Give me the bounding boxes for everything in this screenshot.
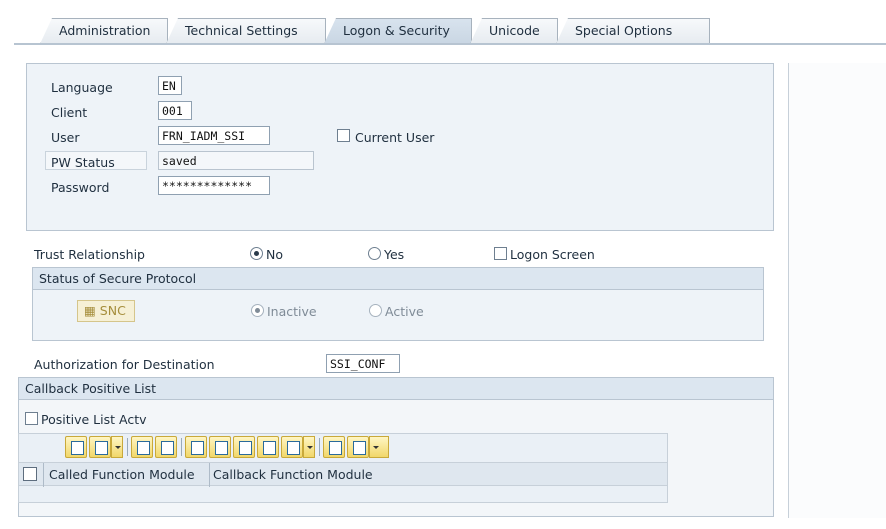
column-separator	[209, 463, 210, 487]
callback-header: Callback Positive List	[19, 378, 773, 400]
positive-list-checkbox[interactable]	[25, 412, 38, 425]
tab-technical-settings[interactable]: Technical Settings	[166, 18, 326, 44]
insert-row-icon[interactable]	[131, 436, 153, 458]
snc-inactive-radio	[251, 304, 264, 317]
client-field[interactable]: 001	[158, 101, 192, 120]
secure-protocol-header: Status of Secure Protocol	[33, 268, 763, 290]
filter-dropdown-icon[interactable]	[303, 436, 315, 458]
table-control: Called Function Module Callback Function…	[18, 433, 668, 503]
export-dropdown-icon[interactable]	[369, 436, 389, 458]
toolbar-separator	[319, 438, 320, 456]
tab-logon-security[interactable]: Logon & Security	[324, 18, 472, 44]
snc-inactive-label: Inactive	[267, 304, 317, 319]
delete-row-icon[interactable]	[155, 436, 177, 458]
tab-special-options[interactable]: Special Options	[556, 18, 710, 44]
toolbar-separator	[181, 438, 182, 456]
current-user-label: Current User	[355, 130, 435, 145]
pw-status-field: saved	[158, 151, 314, 170]
trust-yes-label: Yes	[384, 247, 405, 262]
snc-label: SNC	[99, 303, 126, 318]
logon-group: Language EN Client 001 User FRN_IADM_SSI…	[26, 63, 774, 231]
tab-label: Special Options	[575, 23, 673, 38]
filter-icon[interactable]	[281, 436, 303, 458]
language-field[interactable]: EN	[158, 76, 182, 95]
tab-strip: Administration Technical Settings Logon …	[40, 18, 840, 44]
logon-screen-label: Logon Screen	[510, 247, 595, 262]
sort-descending-icon[interactable]	[209, 436, 231, 458]
print-icon[interactable]	[323, 436, 345, 458]
snc-button[interactable]: ▦ SNC	[77, 300, 135, 322]
trust-no-label: No	[266, 247, 283, 262]
snc-active-radio	[369, 304, 382, 317]
tab-label: Administration	[59, 23, 151, 38]
trust-yes-radio[interactable]	[368, 247, 381, 260]
find-next-icon[interactable]	[257, 436, 279, 458]
current-user-checkbox[interactable]	[337, 129, 350, 142]
copy-row-icon[interactable]	[65, 436, 87, 458]
copy-dropdown-icon[interactable]	[111, 436, 123, 458]
toolbar-separator	[127, 438, 128, 456]
column-header-called-function-module[interactable]: Called Function Module	[49, 467, 195, 482]
tab-label: Technical Settings	[185, 23, 298, 38]
language-label: Language	[51, 80, 113, 95]
trust-no-radio[interactable]	[250, 247, 263, 260]
pw-status-label: PW Status	[51, 155, 115, 170]
select-all-icon[interactable]	[23, 467, 37, 481]
right-panel	[788, 63, 886, 518]
password-label: Password	[51, 180, 110, 195]
positive-list-label: Positive List Actv	[41, 412, 147, 427]
client-label: Client	[51, 105, 88, 120]
column-header-callback-function-module[interactable]: Callback Function Module	[213, 467, 373, 482]
logon-screen-checkbox[interactable]	[494, 247, 507, 260]
sort-ascending-icon[interactable]	[185, 436, 207, 458]
column-separator	[43, 463, 44, 487]
find-icon[interactable]	[233, 436, 255, 458]
table-header: Called Function Module Callback Function…	[19, 462, 667, 487]
password-field[interactable]: *************	[158, 176, 270, 195]
authorization-label: Authorization for Destination	[34, 357, 215, 372]
trust-relationship-label: Trust Relationship	[34, 247, 145, 262]
authorization-field[interactable]: SSI_CONF	[326, 354, 400, 373]
export-icon[interactable]	[347, 436, 369, 458]
copy-icon[interactable]	[89, 436, 111, 458]
tab-administration[interactable]: Administration	[40, 18, 168, 44]
snc-active-label: Active	[385, 304, 424, 319]
tab-unicode[interactable]: Unicode	[470, 18, 558, 44]
user-label: User	[51, 130, 80, 145]
tab-label: Unicode	[489, 23, 540, 38]
snc-icon: ▦	[84, 303, 96, 318]
tab-label: Logon & Security	[343, 23, 450, 38]
secure-protocol-group: Status of Secure Protocol ▦ SNC Inactive…	[32, 267, 764, 341]
user-field[interactable]: FRN_IADM_SSI	[158, 126, 270, 145]
